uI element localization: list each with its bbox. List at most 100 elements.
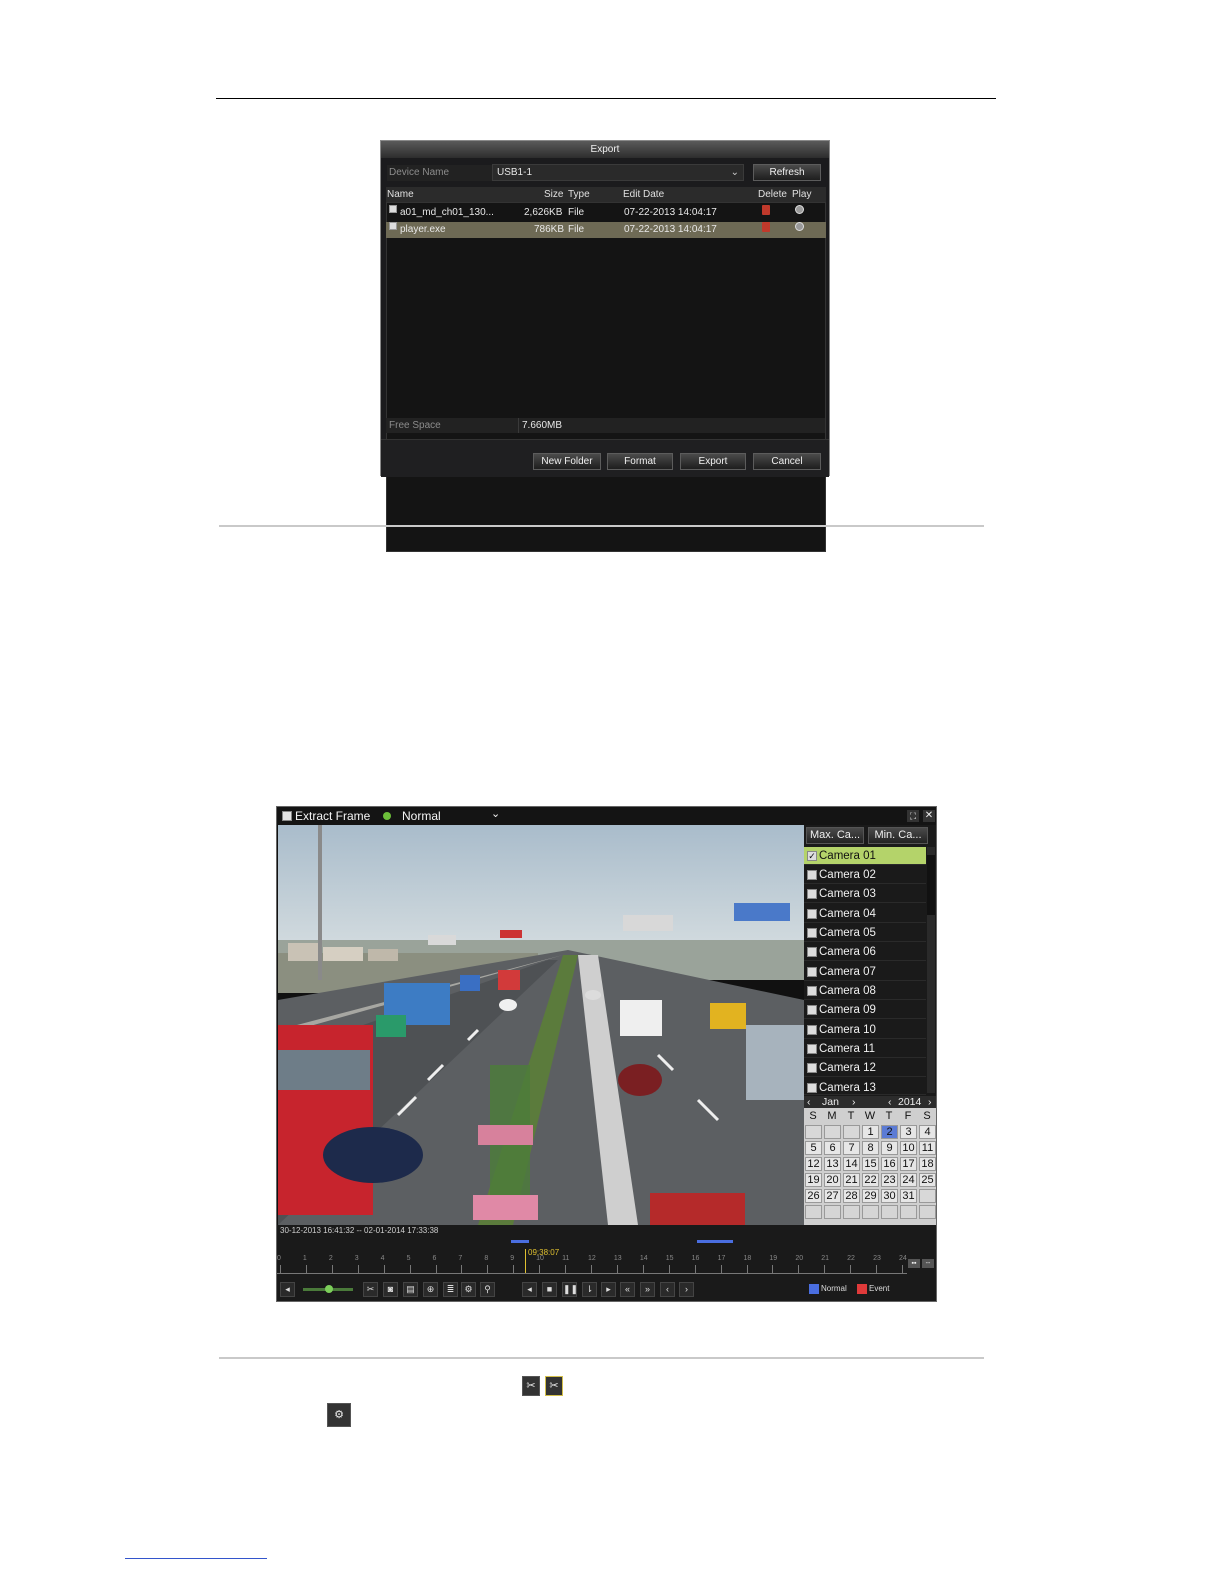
- camera-checkbox[interactable]: [807, 889, 817, 899]
- camera-item[interactable]: Camera 05: [804, 924, 926, 942]
- camera-item[interactable]: Camera 12: [804, 1059, 926, 1077]
- col-delete[interactable]: Delete: [758, 187, 787, 202]
- row-checkbox[interactable]: [389, 222, 397, 230]
- col-edit-date[interactable]: Edit Date: [623, 187, 664, 202]
- col-name[interactable]: Name: [387, 187, 414, 202]
- fullscreen-icon[interactable]: ⛶: [907, 810, 919, 822]
- camera-item[interactable]: Camera 10: [804, 1021, 926, 1039]
- col-size[interactable]: Size: [544, 187, 563, 202]
- col-play[interactable]: Play: [792, 187, 811, 202]
- calendar-day[interactable]: 14: [843, 1157, 860, 1171]
- calendar-day[interactable]: 3: [900, 1125, 917, 1139]
- fast-forward-icon[interactable]: »: [640, 1282, 655, 1297]
- playhead[interactable]: [525, 1249, 526, 1273]
- camera-checkbox[interactable]: [807, 1063, 817, 1073]
- calendar-day[interactable]: 20: [824, 1173, 841, 1187]
- chevron-left-icon[interactable]: ‹: [888, 1096, 892, 1108]
- calendar-day[interactable]: 11: [919, 1141, 936, 1155]
- camera-checkbox[interactable]: [807, 928, 817, 938]
- pause-icon[interactable]: ❚❚: [562, 1282, 578, 1297]
- calendar-day[interactable]: 19: [805, 1173, 822, 1187]
- calendar-day[interactable]: 8: [862, 1141, 879, 1155]
- volume-handle[interactable]: [325, 1285, 333, 1293]
- camera-item[interactable]: Camera 03: [804, 885, 926, 903]
- capture-icon[interactable]: ◙: [383, 1282, 398, 1297]
- tag-list-icon[interactable]: ≣: [443, 1282, 458, 1297]
- calendar-day[interactable]: 31: [900, 1189, 917, 1203]
- format-button[interactable]: Format: [607, 453, 673, 470]
- chevron-right-icon[interactable]: ›: [852, 1096, 856, 1108]
- camera-checkbox[interactable]: [807, 1044, 817, 1054]
- camera-list-scrollbar[interactable]: [927, 847, 935, 1093]
- calendar-day[interactable]: 30: [881, 1189, 898, 1203]
- camera-checkbox[interactable]: [807, 967, 817, 977]
- clip-icon[interactable]: ✂: [363, 1282, 378, 1297]
- slow-forward-icon[interactable]: ⇂: [582, 1282, 597, 1297]
- camera-checkbox[interactable]: [807, 1083, 817, 1093]
- extract-frame-checkbox[interactable]: [282, 811, 292, 821]
- camera-checkbox[interactable]: [807, 986, 817, 996]
- calendar-day-selected[interactable]: 2: [881, 1125, 898, 1139]
- reverse-play-icon[interactable]: ◂: [522, 1282, 537, 1297]
- calendar-day[interactable]: 13: [824, 1157, 841, 1171]
- frame-forward-icon[interactable]: ▸: [601, 1282, 616, 1297]
- calendar-day[interactable]: 18: [919, 1157, 936, 1171]
- rewind-icon[interactable]: «: [620, 1282, 635, 1297]
- trash-icon[interactable]: [762, 222, 770, 232]
- calendar-day[interactable]: 27: [824, 1189, 841, 1203]
- lock-file-icon[interactable]: ▤: [403, 1282, 418, 1297]
- gear-icon[interactable]: ⚙: [461, 1282, 476, 1297]
- zoom-icon[interactable]: ⚲: [480, 1282, 495, 1297]
- camera-item[interactable]: Camera 02: [804, 866, 926, 884]
- file-row[interactable]: player.exe 786KB File 07-22-2013 14:04:1…: [386, 222, 826, 238]
- camera-item[interactable]: Camera 07: [804, 963, 926, 981]
- camera-item[interactable]: Camera 08: [804, 982, 926, 1000]
- calendar-day[interactable]: 21: [843, 1173, 860, 1187]
- camera-item[interactable]: Camera 13: [804, 1079, 926, 1095]
- calendar-day[interactable]: 22: [862, 1173, 879, 1187]
- mode-select[interactable]: Normal: [402, 807, 441, 825]
- calendar-day[interactable]: 24: [900, 1173, 917, 1187]
- volume-icon[interactable]: ◂: [280, 1282, 295, 1297]
- scrollbar-thumb[interactable]: [927, 855, 935, 915]
- camera-item[interactable]: Camera 09: [804, 1001, 926, 1019]
- camera-checkbox[interactable]: [807, 1005, 817, 1015]
- camera-checkbox[interactable]: [807, 909, 817, 919]
- camera-checkbox[interactable]: [807, 1025, 817, 1035]
- calendar-day[interactable]: 6: [824, 1141, 841, 1155]
- camera-item[interactable]: Camera 06: [804, 943, 926, 961]
- file-row[interactable]: a01_md_ch01_130... 2,626KB File 07-22-20…: [386, 205, 826, 221]
- calendar-day[interactable]: 23: [881, 1173, 898, 1187]
- play-icon[interactable]: [795, 205, 804, 214]
- refresh-button[interactable]: Refresh: [753, 164, 821, 181]
- camera-checkbox[interactable]: [807, 947, 817, 957]
- calendar-day[interactable]: 9: [881, 1141, 898, 1155]
- chevron-down-icon[interactable]: ⌄: [491, 805, 500, 823]
- calendar-day[interactable]: 15: [862, 1157, 879, 1171]
- calendar-day[interactable]: 25: [919, 1173, 936, 1187]
- calendar-day[interactable]: 29: [862, 1189, 879, 1203]
- tab-max-camera[interactable]: Max. Ca...: [806, 827, 864, 844]
- tab-min-camera[interactable]: Min. Ca...: [868, 827, 928, 844]
- calendar-day[interactable]: 1: [862, 1125, 879, 1139]
- calendar-day[interactable]: 5: [805, 1141, 822, 1155]
- calendar-day[interactable]: 28: [843, 1189, 860, 1203]
- calendar-day[interactable]: 10: [900, 1141, 917, 1155]
- calendar-day[interactable]: 4: [919, 1125, 936, 1139]
- checkbox-checked-icon[interactable]: ✓: [807, 851, 817, 861]
- zoom-in-icon[interactable]: --: [922, 1259, 934, 1268]
- device-name-select[interactable]: USB1-1 ⌄: [492, 164, 744, 181]
- trash-icon[interactable]: [762, 205, 770, 215]
- row-checkbox[interactable]: [389, 205, 397, 213]
- stop-icon[interactable]: ■: [542, 1282, 557, 1297]
- chevron-right-icon[interactable]: ›: [928, 1096, 932, 1108]
- new-folder-button[interactable]: New Folder: [533, 453, 601, 470]
- next-day-icon[interactable]: ›: [679, 1282, 694, 1297]
- cancel-button[interactable]: Cancel: [753, 453, 821, 470]
- previous-day-icon[interactable]: ‹: [660, 1282, 675, 1297]
- camera-item[interactable]: ✓ Camera 01: [804, 847, 926, 865]
- camera-item[interactable]: Camera 04: [804, 905, 926, 923]
- play-icon[interactable]: [795, 222, 804, 231]
- calendar-day[interactable]: 7: [843, 1141, 860, 1155]
- add-tag-icon[interactable]: ⊕: [423, 1282, 438, 1297]
